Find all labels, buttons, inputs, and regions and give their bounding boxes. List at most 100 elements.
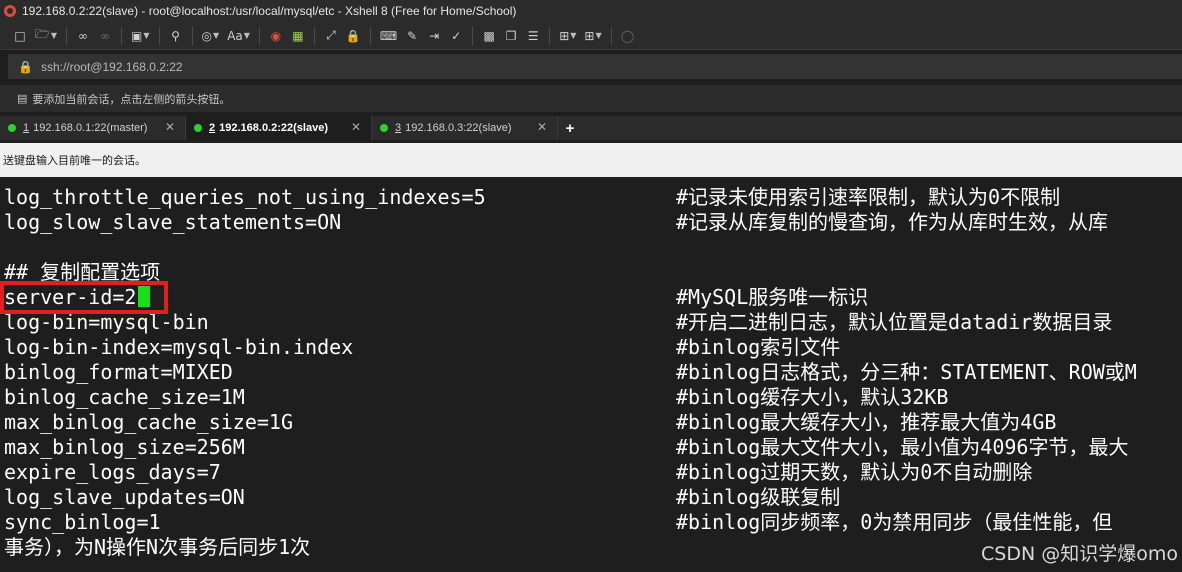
toolbar-divider: [610, 26, 612, 45]
toolbar-divider: [258, 26, 260, 45]
add-tab-button[interactable]: +: [558, 116, 582, 140]
layout-icon[interactable]: ⊞ ▼: [581, 26, 604, 46]
reconnect-icon[interactable]: ∞: [73, 26, 93, 46]
new-session-icon[interactable]: □: [10, 26, 30, 46]
config-text: log_slave_updates=ON: [4, 485, 245, 509]
toolbar-divider: [66, 26, 68, 45]
toolbar-divider: [472, 26, 474, 45]
tab-label: 192.168.0.3:22(slave): [405, 122, 512, 134]
config-comment: #binlog过期天数，默认为0不自动删除: [676, 460, 1033, 484]
close-icon[interactable]: ✕: [351, 120, 361, 134]
terminal-line: server-id=2 #MySQL服务唯一标识: [4, 285, 1182, 310]
terminal-line: max_binlog_size=256M #binlog最大文件大小，最小值为4…: [4, 435, 1182, 460]
address-bar[interactable]: 🔒 ssh://root@192.168.0.2:22: [8, 54, 1182, 79]
transfer-icon[interactable]: ⇥: [424, 26, 444, 46]
config-comment: #binlog最大文件大小，最小值为4096字节，最大: [676, 435, 1129, 459]
title-bar: 192.168.0.2:22(slave) - root@localhost:/…: [0, 0, 1182, 22]
terminal-line: ## 复制配置选项: [4, 260, 1182, 285]
terminal-line: log_slow_slave_statements=ON #记录从库复制的慢查询…: [4, 210, 1182, 235]
config-text: log_slow_slave_statements=ON: [4, 210, 342, 234]
pen-icon[interactable]: ✎: [402, 26, 422, 46]
config-text: binlog_cache_size=1M: [4, 385, 245, 409]
tab-session-1[interactable]: 1 192.168.0.1:22(master) ✕: [0, 116, 186, 140]
xshell-logo-icon: [4, 5, 16, 17]
config-text: max_binlog_cache_size=1G: [4, 410, 293, 434]
font-icon[interactable]: Aa ▼: [224, 26, 253, 46]
toolbar-divider: [549, 26, 551, 45]
config-comment: #binlog同步频率，0为禁用同步（最佳性能，但: [676, 510, 1113, 534]
disconnect-icon[interactable]: ∞: [95, 26, 115, 46]
tab-label: 192.168.0.1:22(master): [33, 122, 148, 134]
session-hint-bar: ▤ 要添加当前会话，点击左侧的箭头按钮。: [0, 85, 1182, 112]
compose-icon[interactable]: ▩: [479, 26, 499, 46]
terminal-line: log-bin=mysql-bin #开启二进制日志，默认位置是datadir数…: [4, 310, 1182, 335]
xftp-icon[interactable]: ▦: [288, 26, 308, 46]
close-icon[interactable]: ✕: [165, 120, 175, 134]
config-comment: #binlog最大缓存大小，推荐最大值为4GB: [676, 410, 1057, 434]
config-comment: #binlog缓存大小，默认32KB: [676, 385, 949, 409]
config-comment: #开启二进制日志，默认位置是datadir数据目录: [676, 310, 1113, 334]
config-comment: #MySQL服务唯一标识: [676, 285, 869, 309]
tab-number: 2: [209, 122, 216, 134]
tab-number: 1: [23, 122, 30, 134]
open-folder-icon[interactable]: 🗁 ▼: [32, 26, 60, 46]
config-text: binlog_format=MIXED: [4, 360, 233, 384]
terminal-line: max_binlog_cache_size=1G #binlog最大缓存大小，推…: [4, 410, 1182, 435]
toolbar-divider: [369, 26, 371, 45]
window-title: 192.168.0.2:22(slave) - root@localhost:/…: [22, 4, 517, 18]
xshell-icon[interactable]: ◉: [266, 26, 286, 46]
config-comment: #binlog级联复制: [676, 485, 841, 509]
terminal-line: log_throttle_queries_not_using_indexes=5…: [4, 185, 1182, 210]
lock-icon[interactable]: 🔒: [343, 26, 364, 46]
keyboard-icon[interactable]: ⌨: [377, 26, 400, 46]
tab-bar: 1 192.168.0.1:22(master) ✕ 2 192.168.0.2…: [0, 116, 1182, 140]
close-icon[interactable]: ✕: [537, 120, 547, 134]
toolbar-divider: [158, 26, 160, 45]
tab-session-2[interactable]: 2 192.168.0.2:22(slave) ✕: [186, 116, 372, 140]
connected-status-icon: [194, 124, 202, 132]
config-text: sync_binlog=1: [4, 510, 161, 534]
tab-number: 3: [395, 122, 402, 134]
config-text: expire_logs_days=7: [4, 460, 221, 484]
config-text: log_throttle_queries_not_using_indexes=5: [4, 185, 486, 209]
config-comment: #binlog索引文件: [676, 335, 841, 359]
search-icon[interactable]: ⚲: [166, 26, 186, 46]
terminal-line: log_slave_updates=ON #binlog级联复制: [4, 485, 1182, 510]
toolbar-divider: [121, 26, 123, 45]
lock-icon: 🔒: [18, 59, 33, 74]
properties-icon[interactable]: ▣ ▼: [128, 26, 153, 46]
config-comment: #记录未使用索引速率限制，默认为0不限制: [676, 185, 1061, 209]
terminal-line: log-bin-index=mysql-bin.index #binlog索引文…: [4, 335, 1182, 360]
watermark: CSDN @知识学爆omo: [981, 543, 1178, 565]
add-tab-icon[interactable]: ⊞ ▼: [556, 26, 579, 46]
tab-session-3[interactable]: 3 192.168.0.3:22(slave) ✕: [372, 116, 558, 140]
connected-status-icon: [380, 124, 388, 132]
config-comment: #记录从库复制的慢查询，作为从库时生效，从库: [676, 210, 1109, 234]
list-icon[interactable]: ☰: [523, 26, 543, 46]
config-text: 事务），为N操作N次事务后同步1次: [4, 535, 311, 559]
copy-icon[interactable]: ❐: [501, 26, 521, 46]
help-icon[interactable]: ◯: [618, 26, 638, 46]
config-text: max_binlog_size=256M: [4, 435, 245, 459]
toolbar: □ 🗁 ▼ ∞ ∞ ▣ ▼ ⚲ ◎ ▼ Aa ▼ ◉ ▦ ⤢ 🔒 ⌨ ✎ ⇥ ✓ ▩ ❐…: [0, 22, 1182, 50]
session-note-icon[interactable]: ▤: [17, 92, 27, 105]
tab-label: 192.168.0.2:22(slave): [219, 122, 328, 134]
terminal-line: expire_logs_days=7 #binlog过期天数，默认为0不自动删除: [4, 460, 1182, 485]
toolbar-divider: [313, 26, 315, 45]
terminal-area[interactable]: log_throttle_queries_not_using_indexes=5…: [0, 180, 1182, 572]
globe-icon[interactable]: ◎ ▼: [199, 26, 223, 46]
terminal-line: binlog_format=MIXED #binlog日志格式，分三种：STAT…: [4, 360, 1182, 385]
terminal-line: sync_binlog=1 #binlog同步频率，0为禁用同步（最佳性能，但: [4, 510, 1182, 535]
session-hint-text: 要添加当前会话，点击左侧的箭头按钮。: [32, 93, 231, 106]
address-value: ssh://root@192.168.0.2:22: [40, 59, 183, 74]
fullscreen-icon[interactable]: ⤢: [321, 26, 341, 46]
compose-bar[interactable]: 送键盘输入目前唯一的会话。: [0, 143, 1182, 177]
config-text: log-bin-index=mysql-bin.index: [4, 335, 354, 359]
connected-status-icon: [8, 124, 16, 132]
compose-bar-text: 送键盘输入目前唯一的会话。: [3, 155, 146, 167]
script-icon[interactable]: ✓: [446, 26, 466, 46]
config-comment: #binlog日志格式，分三种：STATEMENT、ROW或M: [676, 360, 1137, 384]
annotation-highlight-box: [0, 281, 168, 314]
toolbar-divider: [191, 26, 193, 45]
